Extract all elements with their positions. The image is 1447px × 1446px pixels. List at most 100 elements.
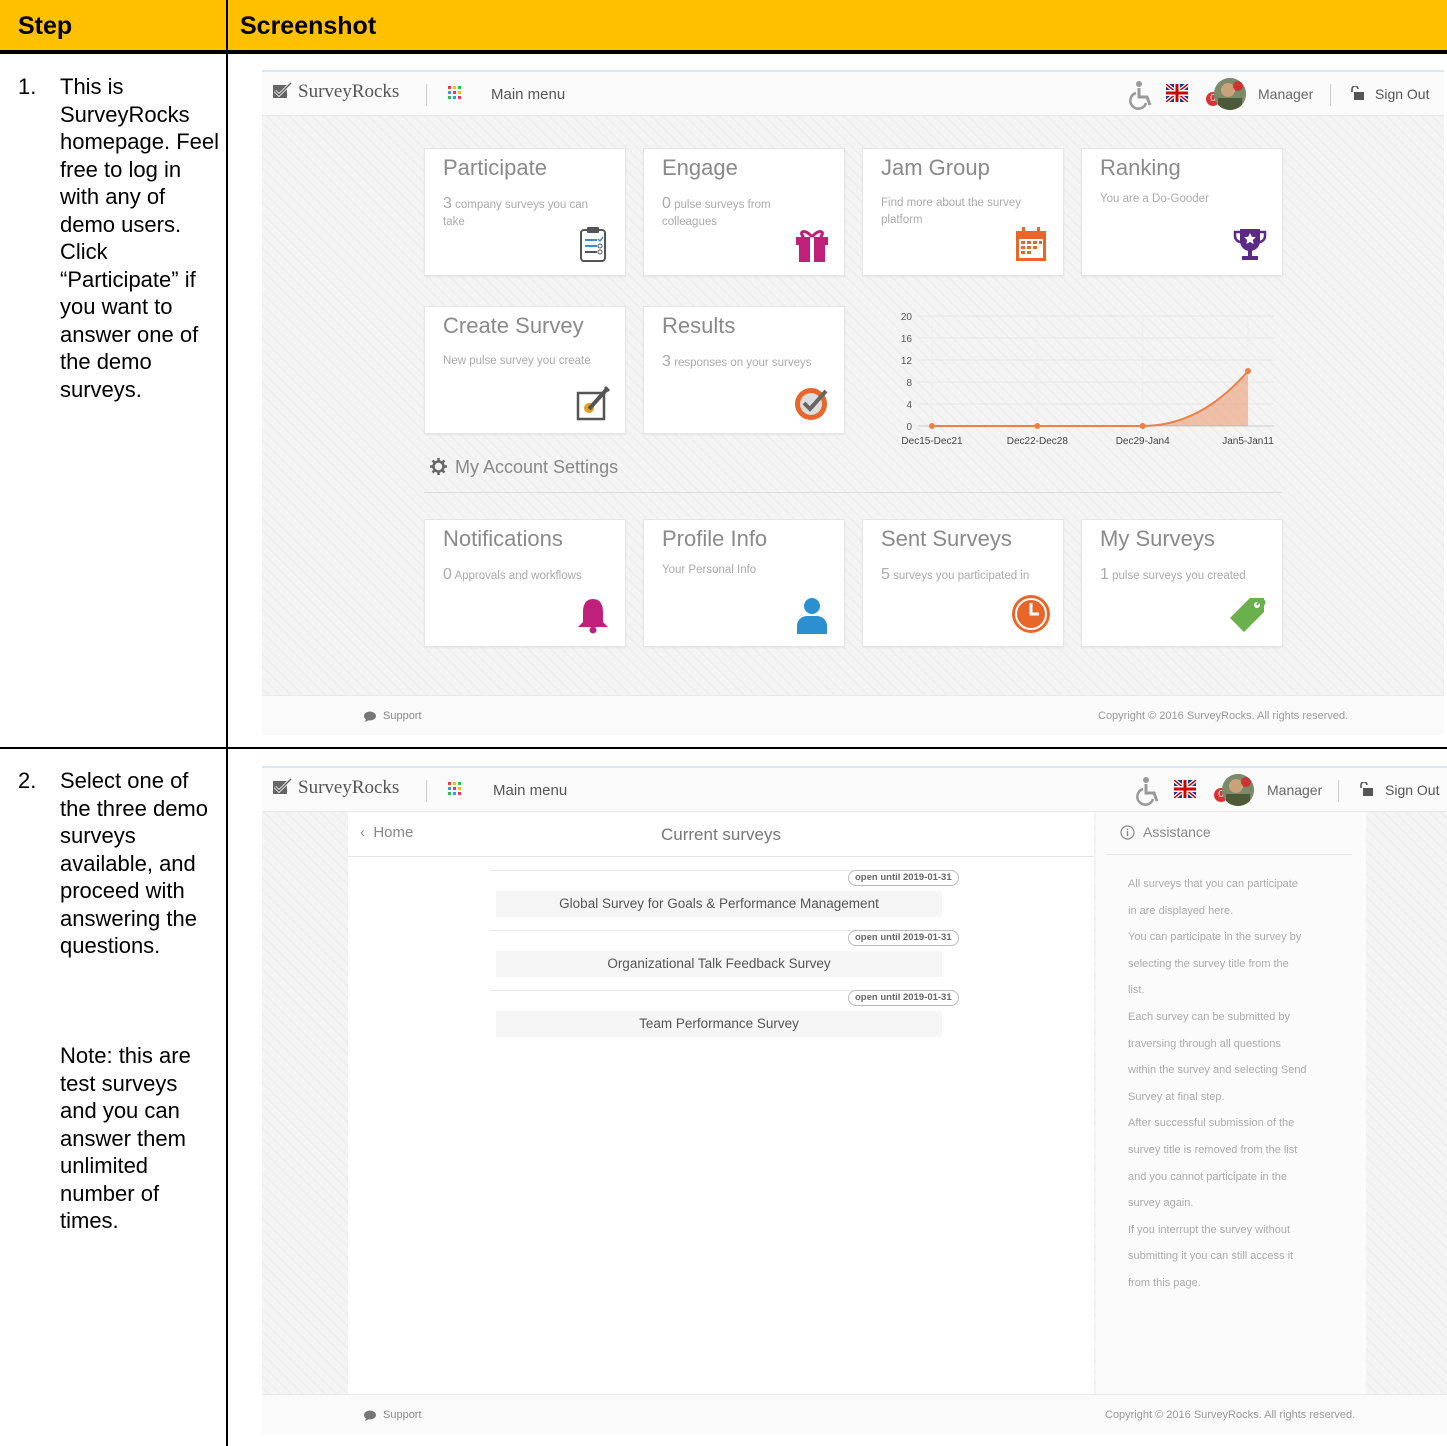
brand-logo[interactable]: SurveyRocks (272, 81, 399, 103)
trophy-icon (1232, 225, 1268, 263)
surveys-panel: ‹ Home Current surveys open until 2019-0… (348, 812, 1094, 1394)
assistance-line: If you interrupt the survey without (1128, 1223, 1291, 1236)
assistance-line: After successful submission of the (1128, 1117, 1295, 1130)
main-menu-link[interactable]: Main menu (491, 86, 565, 103)
tile-title: My Surveys (1100, 526, 1215, 551)
y-tick-label: 0 (906, 422, 912, 433)
tile-title: Participate (443, 155, 547, 180)
tile-desc: Your Personal Info (662, 564, 757, 576)
sign-out-lock-icon[interactable] (1350, 85, 1364, 100)
column-header-screenshot: Screenshot (240, 12, 377, 40)
account-settings-heading[interactable]: My Account Settings (430, 457, 618, 478)
assistance-line: selecting the survey title from the (1128, 957, 1289, 970)
tile-create-survey[interactable]: Create Survey New pulse survey you creat… (424, 306, 626, 434)
tile-participate[interactable]: Participate 3 company surveys you can ta… (424, 148, 626, 276)
apps-grid-icon[interactable] (448, 86, 464, 102)
main-menu-link[interactable]: Main menu (493, 782, 567, 799)
clock-icon (1011, 594, 1051, 634)
uk-flag-icon[interactable] (1166, 84, 1188, 102)
edit-icon (575, 383, 611, 421)
support-link[interactable]: Support (383, 710, 422, 722)
assistance-text: All surveys that you can participate in a… (1128, 871, 1342, 1297)
support-chat-icon[interactable] (364, 709, 376, 722)
status-badge: open until 2019-01-31 (848, 930, 959, 946)
assistance-line: in are displayed here. (1128, 904, 1234, 917)
tile-desc: 3 responses on your surveys (662, 353, 812, 370)
tile-sent-surveys[interactable]: Sent Surveys 5 surveys you participated … (862, 519, 1064, 647)
divider (1106, 854, 1352, 855)
support-link[interactable]: Support (383, 1409, 422, 1421)
tile-engage[interactable]: Engage 0 pulse surveys from colleagues (643, 148, 845, 276)
y-tick-label: 4 (906, 400, 912, 411)
tile-results[interactable]: Results 3 responses on your surveys (643, 306, 845, 434)
tile-desc: 3 company surveys you can take (443, 195, 589, 228)
status-badge: open until 2019-01-31 (848, 990, 959, 1006)
x-tick-label: Jan5-Jan11 (1222, 436, 1274, 447)
x-tick-label: Dec22-Dec28 (1007, 436, 1069, 447)
tile-notifications[interactable]: Notifications 0 Approvals and workflows (424, 519, 626, 647)
footer: Support Copyright © 2016 SurveyRocks. Al… (262, 695, 1444, 735)
sign-out-link[interactable]: Sign Out (1375, 86, 1429, 102)
sign-out-link[interactable]: Sign Out (1385, 782, 1439, 798)
assistance-line: and you cannot participate in the (1128, 1170, 1288, 1183)
info-icon (1120, 825, 1135, 840)
assistance-line: You can participate in the survey by (1128, 931, 1302, 944)
y-tick-label: 8 (906, 378, 912, 389)
survey-item[interactable]: Global Survey for Goals & Performance Ma… (496, 891, 942, 917)
assistance-heading: Assistance (1120, 824, 1211, 840)
assistance-line: within the survey and selecting Send (1128, 1064, 1307, 1077)
support-chat-icon[interactable] (364, 1408, 376, 1421)
divider (348, 856, 1094, 857)
survey-item[interactable]: Organizational Talk Feedback Survey (496, 951, 942, 977)
assistance-line: All surveys that you can participate (1128, 878, 1298, 890)
tile-title: Results (662, 313, 736, 338)
tile-jam-group[interactable]: Jam Group Find more about the survey pla… (862, 148, 1064, 276)
divider (424, 492, 1282, 493)
user-name[interactable]: Manager (1258, 86, 1313, 102)
top-bar: SurveyRocks Main menu 0 Manager Sign Out (262, 70, 1444, 116)
series-area (1142, 371, 1248, 426)
tile-desc: 0 pulse surveys from colleagues (662, 195, 771, 228)
accessibility-icon[interactable] (1135, 776, 1159, 806)
step-text: This is SurveyRocks homepage. Feel free … (60, 74, 219, 402)
person-icon (794, 596, 830, 634)
survey-item[interactable]: Team Performance Survey (496, 1011, 942, 1037)
tile-desc: 0 Approvals and workflows (443, 566, 582, 583)
tile-ranking[interactable]: Ranking You are a Do-Gooder (1081, 148, 1283, 276)
data-point (1245, 368, 1251, 374)
brand-name: SurveyRocks (298, 81, 400, 102)
step-note: Note: this are test surveys and you can … (60, 1043, 191, 1233)
data-point (1034, 423, 1041, 429)
apps-grid-icon[interactable] (448, 782, 464, 798)
gear-icon (430, 458, 447, 475)
y-tick-label: 16 (901, 334, 913, 345)
column-divider (226, 54, 228, 1446)
avatar-icon[interactable] (1222, 774, 1254, 806)
tile-title: Jam Group (881, 155, 990, 180)
top-bar: SurveyRocks Main menu 0 Manager Sign Out (262, 766, 1447, 812)
accessibility-icon[interactable] (1128, 80, 1152, 110)
assistance-line: traversing through all questions (1128, 1037, 1281, 1050)
account-settings-label: My Account Settings (455, 457, 619, 477)
assistance-line: submitting it you can still access it (1128, 1250, 1294, 1263)
data-point (929, 423, 935, 429)
tile-desc: New pulse survey you create (443, 355, 591, 367)
user-name[interactable]: Manager (1267, 782, 1322, 798)
surveys-screenshot: SurveyRocks Main menu 0 Manager Sign Out… (262, 766, 1447, 1434)
home-screenshot: SurveyRocks Main menu 0 Manager Sign Out… (262, 70, 1444, 735)
tile-title: Sent Surveys (881, 526, 1012, 551)
tile-desc: Find more about the survey platform (881, 197, 1021, 226)
uk-flag-icon[interactable] (1174, 780, 1196, 798)
tile-profile-info[interactable]: Profile Info Your Personal Info (643, 519, 845, 647)
brand-logo[interactable]: SurveyRocks (272, 777, 399, 799)
assistance-line: survey title is removed from the list (1128, 1143, 1298, 1156)
assistance-line: survey again. (1128, 1197, 1194, 1210)
row-divider (0, 747, 1447, 749)
tile-my-surveys[interactable]: My Surveys 1 pulse surveys you created (1081, 519, 1283, 647)
calendar-icon (1013, 225, 1049, 263)
sign-out-lock-icon[interactable] (1359, 781, 1373, 796)
avatar-icon[interactable] (1214, 78, 1246, 110)
page-title: Current surveys (661, 825, 781, 844)
y-tick-label: 20 (901, 312, 913, 323)
divider (426, 84, 427, 106)
